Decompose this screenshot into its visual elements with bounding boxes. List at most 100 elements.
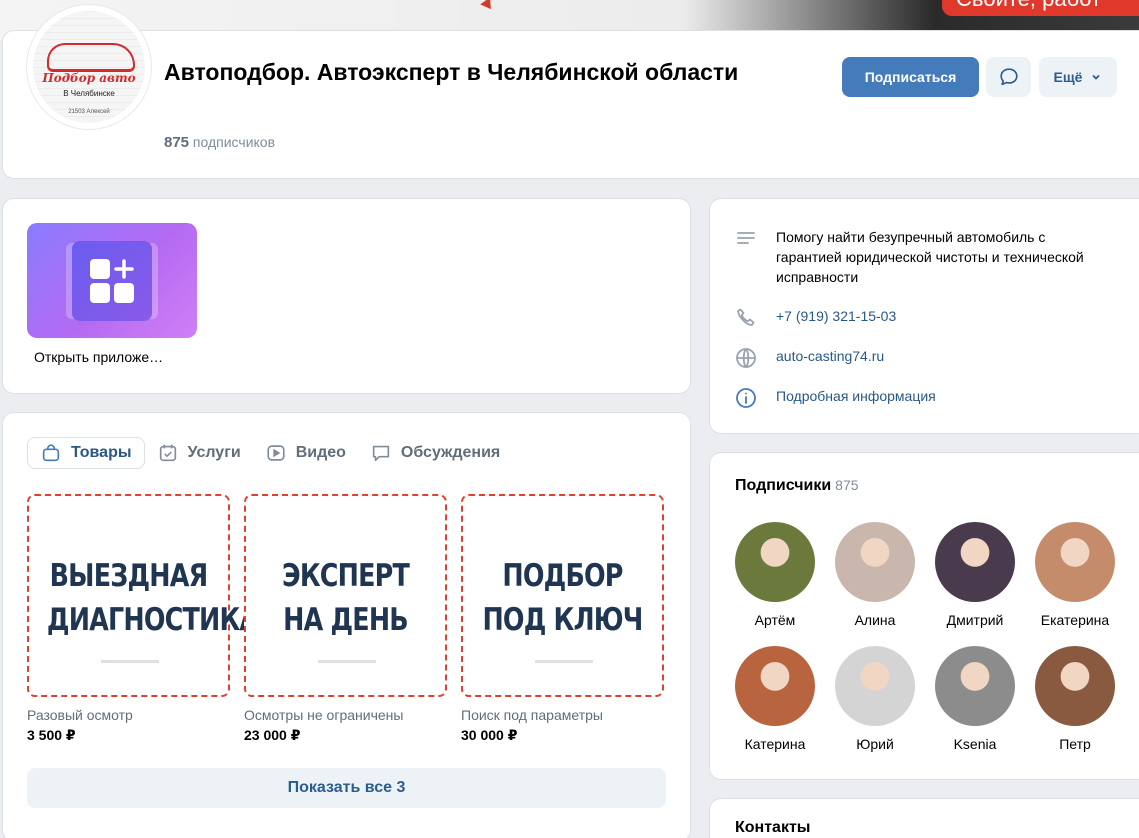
- chevron-down-icon: [1092, 74, 1101, 80]
- cover-arrow-decoration: [480, 0, 496, 13]
- product-item[interactable]: ЭКСПЕРТ НА ДЕНЬ Осмотры не ограничены 23 …: [244, 494, 447, 744]
- tab-goods-label: Товары: [71, 444, 132, 461]
- subscribe-button[interactable]: Подписаться: [842, 57, 979, 97]
- follower-name[interactable]: Юрий: [825, 736, 925, 752]
- follower-avatar[interactable]: [935, 646, 1015, 726]
- contacts-title: Контакты: [735, 819, 811, 836]
- tab-discussions-label: Обсуждения: [400, 444, 501, 461]
- group-description: Помогу найти безупречный автомобиль с га…: [776, 229, 1084, 285]
- product-name[interactable]: Разовый осмотр: [27, 707, 230, 723]
- follower-avatar[interactable]: [835, 522, 915, 602]
- globe-icon: [736, 348, 756, 368]
- details-link[interactable]: Подробная информация: [776, 386, 1106, 406]
- app-label[interactable]: Открыть приложе…: [34, 349, 163, 365]
- product-divider: [535, 660, 593, 663]
- more-dropdown-button[interactable]: Ещё: [1039, 57, 1117, 97]
- follower-item[interactable]: Ksenia: [925, 646, 1025, 752]
- followers-title-text: Подписчики: [735, 477, 832, 494]
- discussion-icon: [372, 445, 390, 462]
- tab-services-label: Услуги: [187, 444, 241, 461]
- group-header: Подбор авто В Челябинске 21503 Алексей А…: [2, 5, 1139, 179]
- group-avatar[interactable]: Подбор авто В Челябинске 21503 Алексей: [27, 5, 151, 129]
- followers-title[interactable]: Подписчики 875: [735, 477, 859, 495]
- goods-block: Товары Услуги Видео Обсуждения ВЫЕЗДНАЯ Д…: [2, 412, 691, 838]
- subscribers-count: 875: [164, 134, 190, 151]
- follower-item[interactable]: Артём: [725, 522, 825, 628]
- message-button[interactable]: [986, 57, 1031, 97]
- cover-badge: Свойте, работ: [942, 0, 1139, 16]
- product-name[interactable]: Поиск под параметры: [461, 707, 664, 723]
- follower-item[interactable]: Петр: [1025, 646, 1125, 752]
- app-icon: [72, 241, 152, 321]
- follower-name[interactable]: Дмитрий: [925, 612, 1025, 628]
- video-icon: [267, 445, 285, 461]
- product-item[interactable]: ПОДБОР ПОД КЛЮЧ Поиск под параметры 30 00…: [461, 494, 664, 744]
- group-name: Автоподбор. Автоэксперт в Челябинской об…: [164, 59, 739, 85]
- product-price: 23 000 ₽: [244, 727, 301, 743]
- follower-name[interactable]: Артём: [725, 612, 825, 628]
- goods-tabs: Товары Услуги Видео Обсуждения: [27, 437, 512, 471]
- follower-item[interactable]: Алина: [825, 522, 925, 628]
- follower-avatar[interactable]: [1035, 522, 1115, 602]
- tab-services[interactable]: Услуги: [145, 437, 253, 469]
- followers-block: Подписчики 875 Артём Алина Дмитрий Екатерина…: [709, 452, 1139, 780]
- tab-video-label: Видео: [295, 444, 346, 461]
- contacts-block: Контакты: [709, 798, 1139, 838]
- follower-name[interactable]: Ksenia: [925, 736, 1025, 752]
- bag-icon: [42, 444, 60, 462]
- product-image-line: НА ДЕНЬ: [283, 602, 409, 638]
- show-all-button[interactable]: Показать все 3: [27, 768, 666, 808]
- app-tile[interactable]: [27, 223, 197, 338]
- product-image-line: ДИАГНОСТИКА: [46, 602, 259, 638]
- follower-item[interactable]: Екатерина: [1025, 522, 1125, 628]
- product-name[interactable]: Осмотры не ограничены: [244, 707, 447, 723]
- product-divider: [318, 660, 376, 663]
- more-label: Ещё: [1053, 69, 1083, 85]
- product-price: 30 000 ₽: [461, 727, 518, 743]
- follower-avatar[interactable]: [935, 522, 1015, 602]
- subscribers-label: подписчиков: [192, 134, 276, 150]
- follower-item[interactable]: Дмитрий: [925, 522, 1025, 628]
- follower-item[interactable]: Катерина: [725, 646, 825, 752]
- text-lines-icon: [737, 232, 755, 244]
- product-divider: [101, 660, 159, 663]
- follower-avatar[interactable]: [735, 646, 815, 726]
- vk-group-page: Свойте, работ Подбор авто В Челябинске 2…: [0, 0, 1139, 838]
- tab-video[interactable]: Видео: [253, 437, 358, 469]
- product-image-line: ПОДБОР: [502, 558, 623, 594]
- avatar-logo: Подбор авто В Челябинске 21503 Алексей: [33, 11, 145, 123]
- info-details-row[interactable]: Подробная информация: [734, 386, 1106, 410]
- product-image[interactable]: ПОДБОР ПОД КЛЮЧ: [461, 494, 664, 697]
- product-image-text: ВЫЕЗДНАЯ ДИАГНОСТИКА: [46, 554, 259, 642]
- follower-avatar[interactable]: [835, 646, 915, 726]
- grid-plus-icon: [90, 259, 134, 303]
- product-image[interactable]: ЭКСПЕРТ НА ДЕНЬ: [244, 494, 447, 697]
- follower-name[interactable]: Екатерина: [1025, 612, 1125, 628]
- product-price: 3 500 ₽: [27, 727, 76, 743]
- avatar-logo-title: Подбор авто: [42, 71, 136, 85]
- avatar-logo-subtitle: В Челябинске: [63, 89, 115, 98]
- message-icon: [999, 68, 1018, 86]
- subscribers-count-line[interactable]: 875 подписчиков: [164, 134, 275, 151]
- tab-goods[interactable]: Товары: [27, 437, 145, 469]
- info-website-row[interactable]: auto-casting74.ru: [734, 346, 1106, 370]
- avatar-logo-small-text: 21503 Алексей: [68, 109, 110, 115]
- car-icon: [47, 43, 135, 72]
- follower-avatar[interactable]: [1035, 646, 1115, 726]
- product-image[interactable]: ВЫЕЗДНАЯ ДИАГНОСТИКА: [27, 494, 259, 697]
- follower-name[interactable]: Катерина: [725, 736, 825, 752]
- follower-name[interactable]: Петр: [1025, 736, 1125, 752]
- product-image-text: ЭКСПЕРТ НА ДЕНЬ: [264, 554, 427, 642]
- tab-discussions[interactable]: Обсуждения: [358, 437, 512, 469]
- phone-icon: [737, 308, 755, 326]
- info-phone-row[interactable]: +7 (919) 321-15-03: [734, 306, 1106, 330]
- follower-name[interactable]: Алина: [825, 612, 925, 628]
- website-link[interactable]: auto-casting74.ru: [776, 346, 1106, 366]
- apps-block: Открыть приложе…: [2, 198, 691, 394]
- phone-link[interactable]: +7 (919) 321-15-03: [776, 306, 1106, 326]
- followers-count: 875: [835, 477, 859, 493]
- product-item[interactable]: ВЫЕЗДНАЯ ДИАГНОСТИКА Разовый осмотр 3 500…: [27, 494, 259, 744]
- follower-item[interactable]: Юрий: [825, 646, 925, 752]
- services-icon: [159, 444, 176, 462]
- follower-avatar[interactable]: [735, 522, 815, 602]
